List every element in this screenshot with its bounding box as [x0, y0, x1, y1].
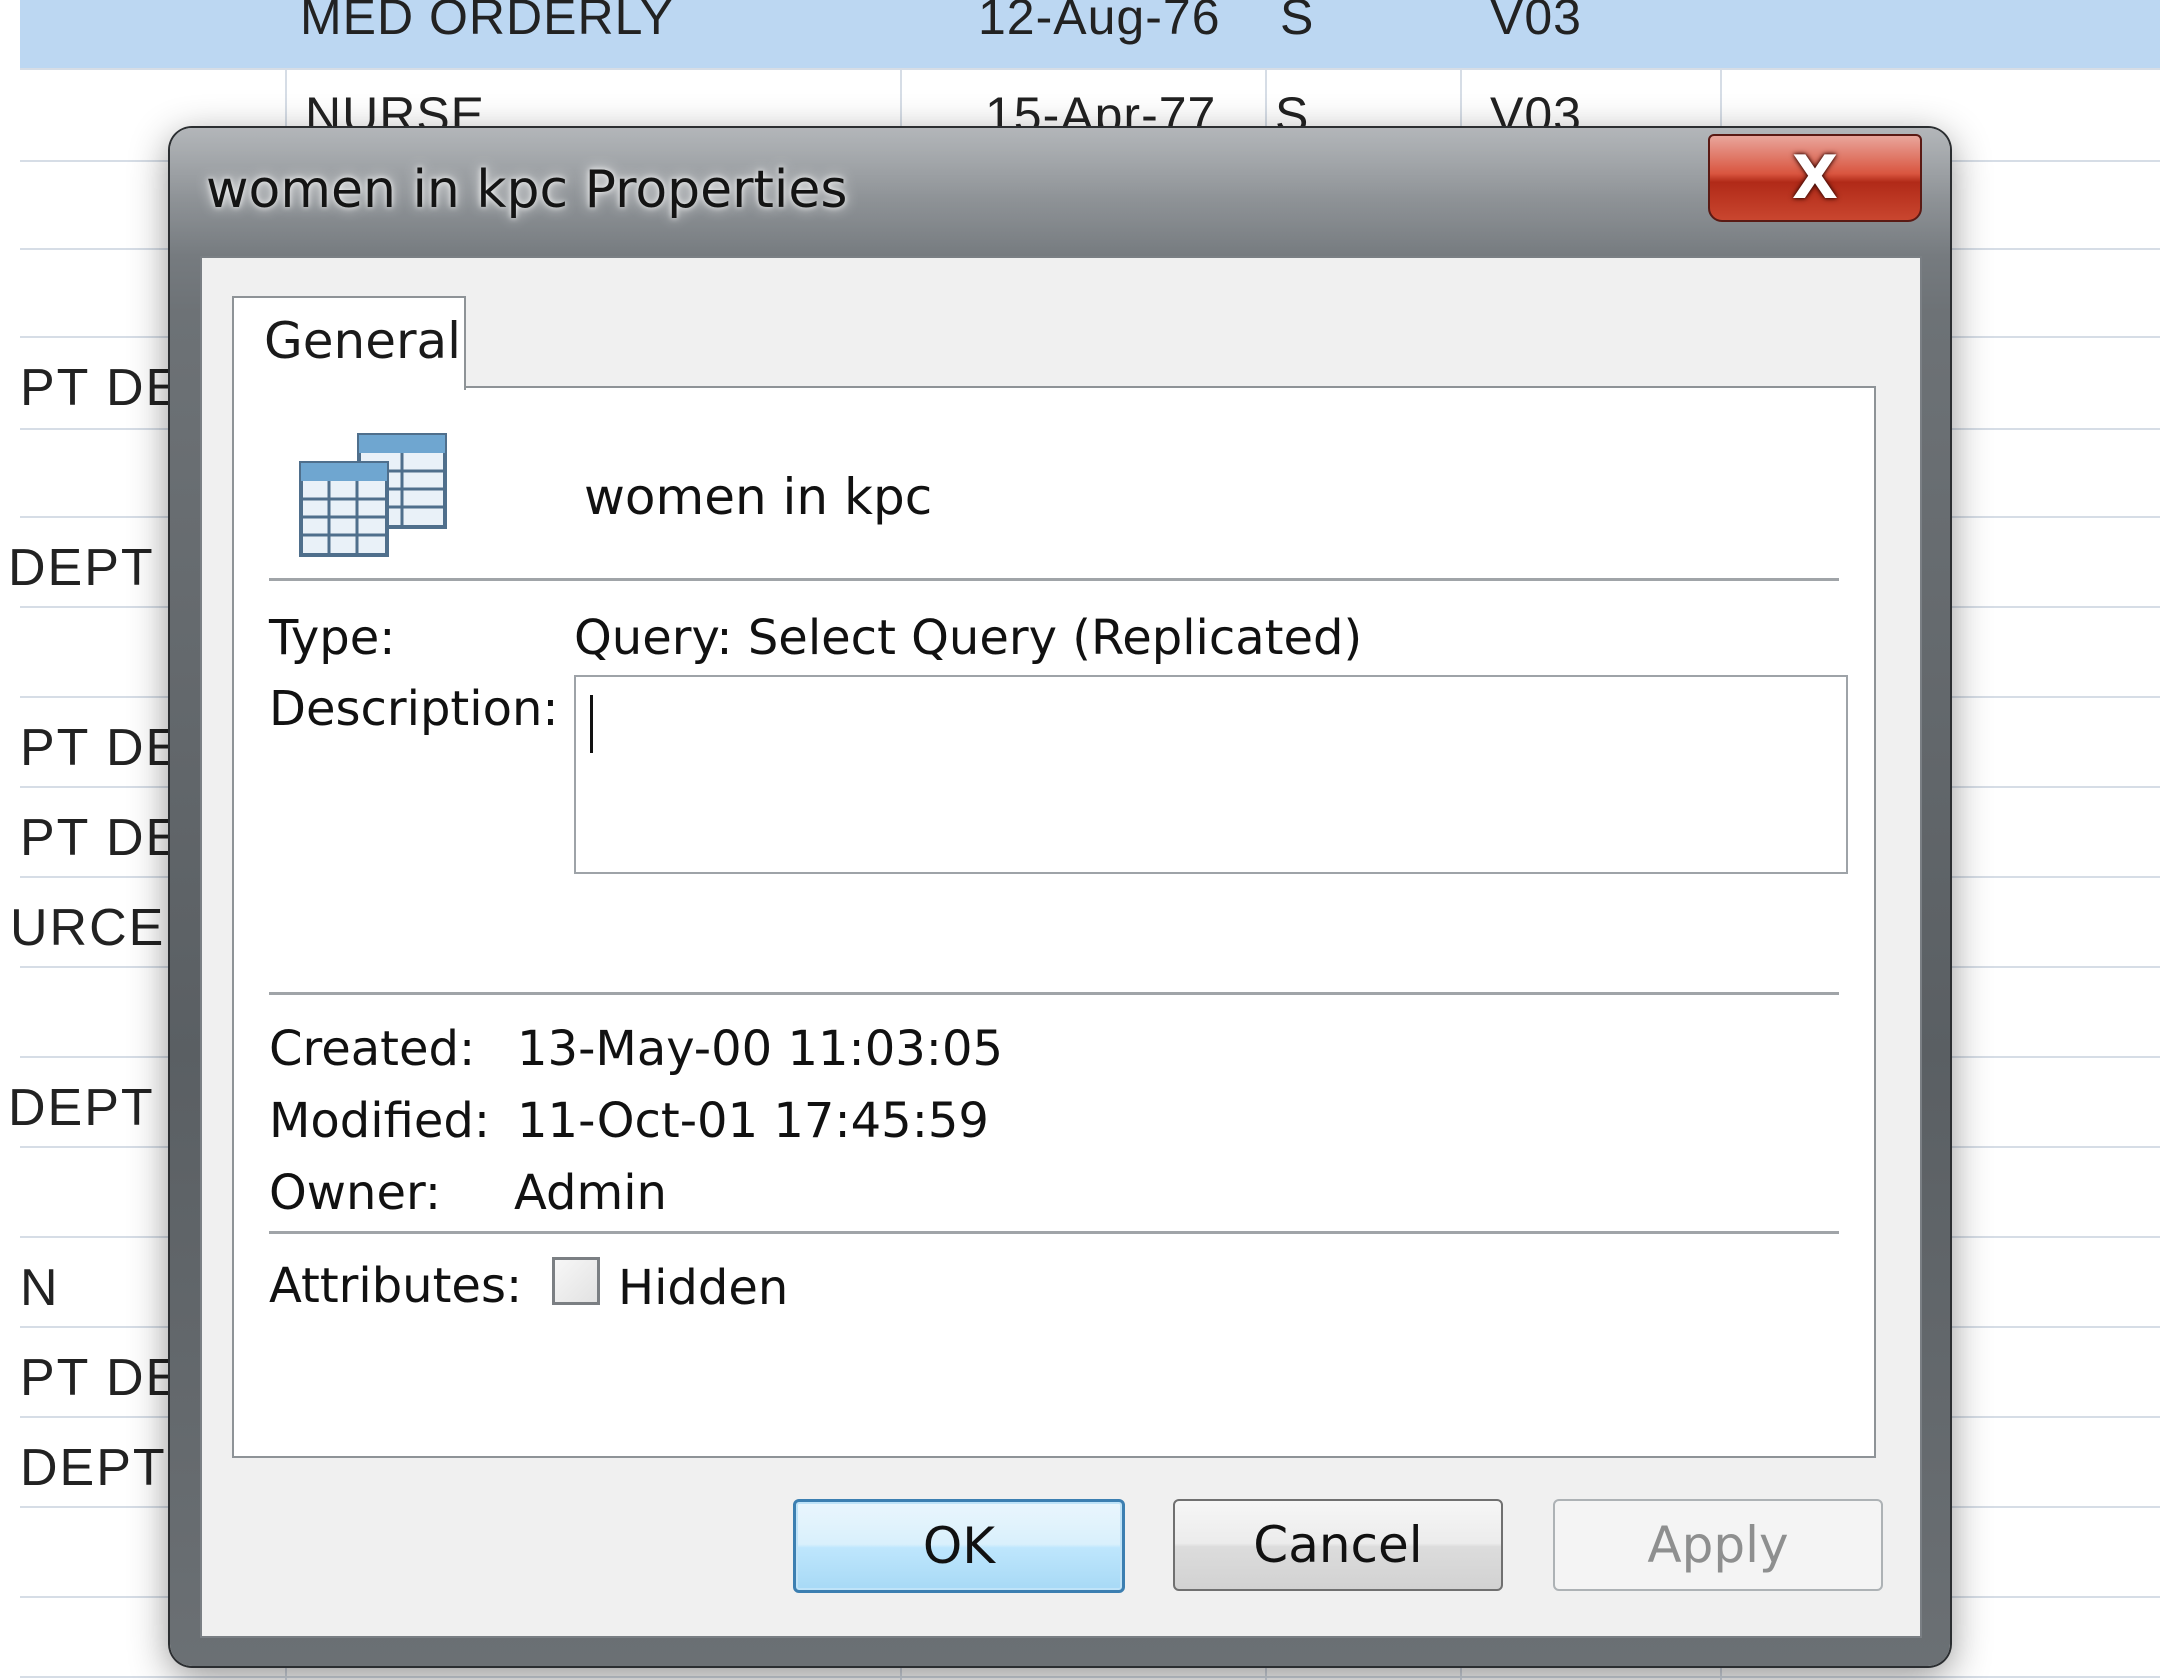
type-value: Query: Select Query (Replicated) [574, 610, 1363, 666]
created-value: 13-May-00 11:03:05 [517, 1021, 1004, 1077]
type-label: Type: [269, 610, 396, 666]
table-query-icon [299, 433, 447, 557]
column-cell-fragment: PT DE [20, 1349, 183, 1407]
column-cell-fragment: URCE [10, 899, 166, 957]
column-cell-fragment: DEPT [20, 1439, 167, 1497]
close-icon: X [1791, 143, 1839, 213]
attributes-label: Attributes: [269, 1258, 523, 1314]
close-button[interactable]: X [1708, 134, 1922, 222]
table-cell: 12-Aug-76 [978, 0, 1221, 45]
column-cell-fragment: DEPT [8, 539, 155, 597]
hidden-label[interactable]: Hidden [618, 1260, 788, 1316]
properties-dialog: women in kpc Properties X General women … [170, 128, 1950, 1666]
column-cell-fragment: N [20, 1259, 60, 1317]
dialog-title: women in kpc Properties [206, 160, 848, 220]
dialog-client-area: General women in kpc Type: Query: Select… [200, 256, 1922, 1638]
column-cell-fragment: PT DE [20, 359, 183, 417]
modified-value: 11-Oct-01 17:45:59 [517, 1093, 989, 1149]
owner-label: Owner: [269, 1165, 442, 1221]
column-cell-fragment: PT DE [20, 719, 183, 777]
hidden-checkbox[interactable] [552, 1257, 600, 1305]
description-label: Description: [269, 681, 559, 737]
table-cell: S [1280, 0, 1315, 45]
column-cell-fragment: PT DE [20, 809, 183, 867]
tab-general[interactable]: General [232, 296, 466, 390]
cancel-button[interactable]: Cancel [1173, 1499, 1503, 1591]
description-field[interactable] [574, 675, 1848, 874]
ok-button[interactable]: OK [793, 1499, 1125, 1593]
table-cell: V03 [1490, 0, 1582, 45]
table-cell: MED ORDERLY [300, 0, 675, 45]
divider [269, 992, 1839, 995]
table-row[interactable]: MED ORDERLY 12-Aug-76 S V03 [20, 0, 2160, 70]
text-caret [590, 695, 593, 753]
general-tab-panel: women in kpc Type: Query: Select Query (… [232, 386, 1876, 1458]
apply-button[interactable]: Apply [1553, 1499, 1883, 1591]
owner-value: Admin [514, 1165, 667, 1221]
object-name: women in kpc [584, 468, 933, 526]
tab-label: General [264, 312, 462, 370]
divider [269, 578, 1839, 581]
created-label: Created: [269, 1021, 476, 1077]
modified-label: Modified: [269, 1093, 490, 1149]
divider [269, 1231, 1839, 1234]
column-cell-fragment: DEPT [8, 1079, 155, 1137]
